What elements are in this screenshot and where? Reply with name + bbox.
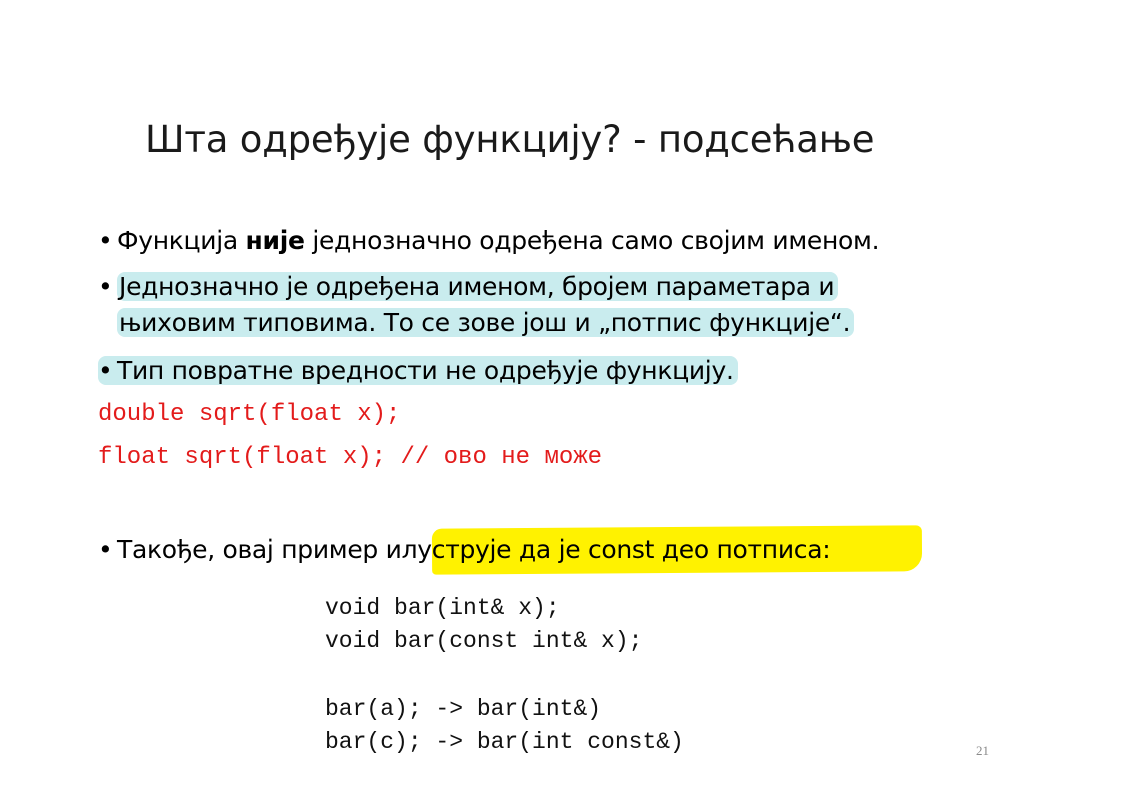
code-example-line: void bar(int& x); [325,595,560,621]
bullet-dot: • [98,535,113,564]
bullet-text: Такође, овај пример илуструје да је cons… [117,535,831,564]
bullet-const-signature: • Такође, овај пример илуструје да је con… [98,532,831,568]
code-line-double-sqrt: double sqrt(float x); [98,401,401,428]
bullet-signature: • Једнозначно је одређена именом, бројем … [98,269,855,341]
bullet-text-bold: није [245,226,305,255]
code-example-line: bar(a); -> bar(int&) [325,696,602,722]
bullet-text-before: Функција [117,226,246,255]
highlighted-text-line1: Једнозначно је одређена именом, бројем п… [117,272,839,301]
code-example-line: bar(c); -> bar(int const&) [325,729,684,755]
slide-title: Шта одређује функцију? - подсећање [145,118,875,161]
bullet-function-not-unique: • Функција није једнозначно одређена само… [98,223,880,259]
highlighted-text-line2: њиховим типовима. То се зове још и „потп… [117,308,855,337]
bullet-text-after: једнозначно одређена само својим именом. [304,226,880,255]
bullet-text: Тип повратне вредности не одређује функц… [117,356,734,385]
bullet-dot: • [98,226,113,255]
code-line-float-sqrt: float sqrt(float x); // ово не може [98,444,603,471]
bullet-return-type: • Тип повратне вредности не одређује функ… [98,353,738,389]
highlighted-bullet: • Тип повратне вредности не одређује функ… [98,356,738,385]
bullet-dot: • [98,272,113,301]
code-example-line: void bar(const int& x); [325,628,643,654]
page-number: 21 [976,743,989,758]
bullet-dot: • [98,356,113,385]
